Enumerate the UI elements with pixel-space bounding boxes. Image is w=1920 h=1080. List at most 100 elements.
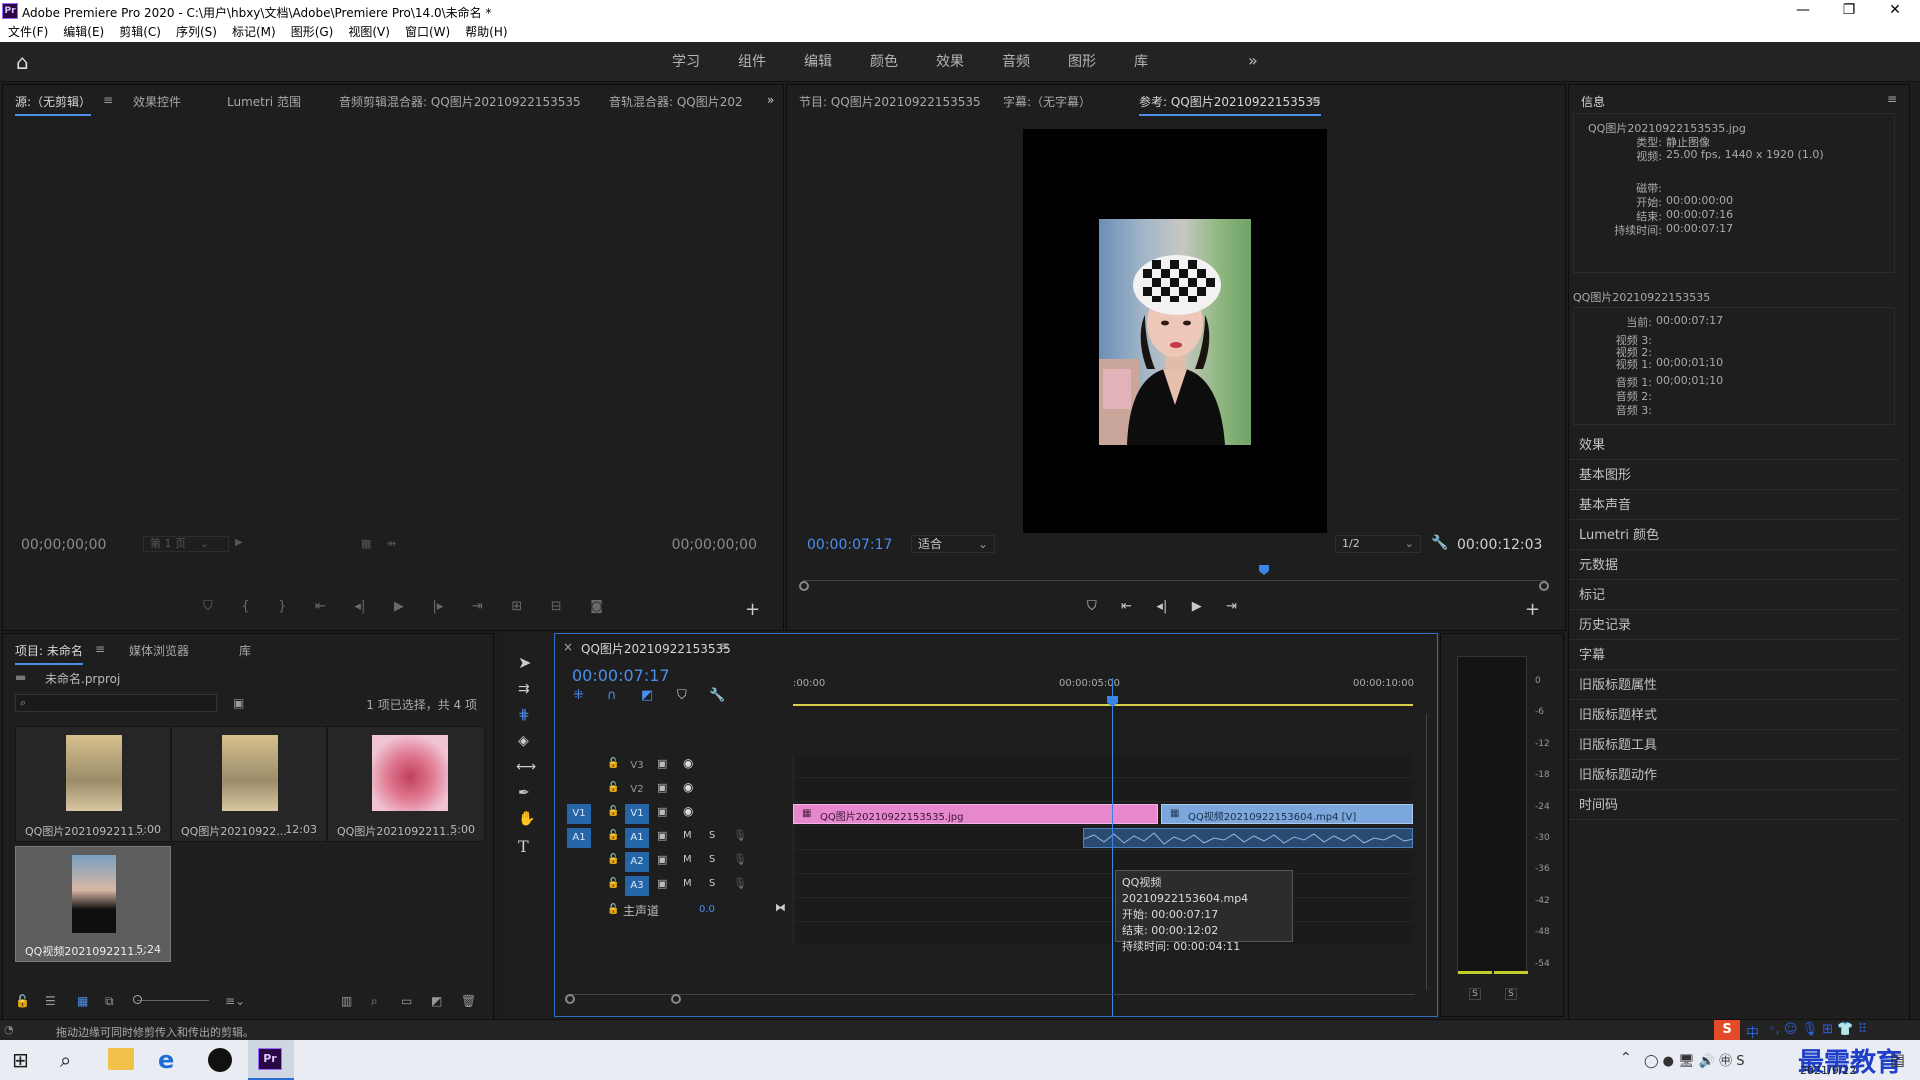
project-item-selected[interactable]: QQ视频2021092211... 5;24: [15, 846, 171, 962]
system-tray-chevron-icon[interactable]: ⌃: [1620, 1050, 1632, 1066]
tab-project-menu-icon[interactable]: ≡: [95, 642, 105, 656]
go-to-out-icon[interactable]: ⇥: [472, 599, 483, 619]
tray-icons[interactable]: ◯ ● 🖥 🔊 ㊥ S: [1644, 1050, 1745, 1069]
premiere-taskbar-button[interactable]: Pr: [248, 1040, 294, 1080]
razor-tool-icon[interactable]: ◈: [518, 733, 529, 749]
solo-button[interactable]: S: [709, 878, 715, 889]
solo-button[interactable]: S: [709, 854, 715, 865]
add-marker-icon[interactable]: ⛉: [677, 688, 687, 703]
source-settings-icon[interactable]: ▦: [361, 537, 371, 550]
sync-lock-icon[interactable]: ▣: [657, 877, 667, 890]
new-bin-from-search-icon[interactable]: ▣: [233, 696, 244, 710]
tab-source-menu-icon[interactable]: ≡: [103, 93, 113, 107]
wrench-icon[interactable]: 🔧: [1431, 535, 1448, 551]
timeline-timecode[interactable]: 00:00:07:17: [572, 666, 670, 685]
zoom-slider[interactable]: [137, 1000, 209, 1001]
panel-timecode[interactable]: 时间码: [1569, 791, 1899, 820]
go-to-in-icon[interactable]: ⇤: [1121, 599, 1132, 619]
lock-icon[interactable]: 🔓: [607, 806, 619, 817]
sync-lock-icon[interactable]: ▣: [657, 805, 667, 818]
workspace-assembly[interactable]: 组件: [738, 42, 766, 82]
sync-lock-icon[interactable]: ▣: [657, 781, 667, 794]
clip-image-v1[interactable]: ▦ QQ图片20210922153535.jpg: [793, 804, 1158, 824]
workspace-effects[interactable]: 效果: [936, 42, 964, 82]
menu-sequence[interactable]: 序列(S): [176, 22, 217, 42]
workspace-color[interactable]: 颜色: [870, 42, 898, 82]
menu-edit[interactable]: 编辑(E): [63, 22, 104, 42]
home-icon[interactable]: ⌂: [16, 52, 38, 72]
eye-icon[interactable]: ◉: [683, 756, 693, 770]
step-back-icon[interactable]: ◂|: [354, 599, 365, 619]
ime-toolbar-icons[interactable]: ◦, ☺ 🎙 ⊞ 👕 ⠿: [1768, 1022, 1867, 1037]
track-label-a1[interactable]: A1: [625, 828, 649, 848]
track-label-v2[interactable]: V2: [625, 780, 649, 800]
snap-icon[interactable]: ∩: [607, 688, 617, 703]
track-select-tool-icon[interactable]: ⇉: [518, 681, 530, 697]
panel-captions[interactable]: 字幕: [1569, 641, 1899, 670]
program-time-ruler[interactable]: [803, 573, 1547, 581]
sequence-menu-icon[interactable]: ≡: [719, 639, 729, 653]
info-menu-icon[interactable]: ≡: [1887, 92, 1897, 106]
master-volume-value[interactable]: 0.0: [699, 904, 715, 915]
sort-icon[interactable]: ≡⌄: [225, 994, 245, 1008]
track-label-v1[interactable]: V1: [625, 804, 649, 824]
zoom-handle-left[interactable]: [799, 581, 809, 591]
lock-icon[interactable]: 🔓: [607, 758, 619, 769]
panel-metadata[interactable]: 元数据: [1569, 551, 1899, 580]
menu-file[interactable]: 文件(F): [8, 22, 48, 42]
file-explorer-icon[interactable]: [108, 1048, 134, 1070]
project-search-input[interactable]: ⌕: [15, 694, 217, 712]
slip-tool-icon[interactable]: ⟷: [516, 759, 536, 775]
panel-markers[interactable]: 标记: [1569, 581, 1899, 610]
menu-clip[interactable]: 剪辑(C): [119, 22, 161, 42]
mark-out-icon[interactable]: }: [278, 599, 286, 619]
track-label-v3[interactable]: V3: [625, 756, 649, 776]
solo-left-button[interactable]: S: [1469, 988, 1481, 1000]
panel-essential-sound[interactable]: 基本声音: [1569, 491, 1899, 520]
add-marker-icon[interactable]: ⛉: [203, 599, 213, 619]
more-panels-icon[interactable]: »: [767, 93, 774, 107]
sync-lock-icon[interactable]: ▣: [657, 829, 667, 842]
source-page-dropdown[interactable]: 第 1 页 ⌄: [143, 536, 229, 552]
scroll-handle-left[interactable]: [565, 994, 575, 1004]
insert-icon[interactable]: ⊞: [511, 599, 522, 619]
panel-legacy-title-styles[interactable]: 旧版标题样式: [1569, 701, 1899, 730]
clip-audio-a1[interactable]: [1083, 828, 1413, 848]
eye-icon[interactable]: ◉: [683, 780, 693, 794]
lock-icon[interactable]: 🔓: [15, 994, 30, 1008]
automate-to-sequence-icon[interactable]: ▥: [341, 994, 352, 1008]
tab-project[interactable]: 项目: 未命名: [15, 642, 83, 665]
linked-selection-icon[interactable]: ◩: [641, 688, 653, 703]
step-back-icon[interactable]: ◂|: [1156, 599, 1167, 619]
zoom-handle-right[interactable]: [1539, 581, 1549, 591]
panel-legacy-title-properties[interactable]: 旧版标题属性: [1569, 671, 1899, 700]
trash-icon[interactable]: 🗑: [461, 994, 476, 1008]
tab-captions[interactable]: 字幕:（无字幕）: [1003, 93, 1091, 110]
type-tool-icon[interactable]: T: [518, 837, 529, 856]
project-item[interactable]: QQ图片2021092211... 5:00: [327, 726, 485, 842]
workspace-libraries[interactable]: 库: [1134, 42, 1148, 82]
close-sequence-icon[interactable]: ×: [563, 640, 573, 654]
microphone-icon[interactable]: 🎙: [733, 853, 747, 866]
tab-audio-clip-mixer[interactable]: 音频剪辑混合器: QQ图片20210922153535: [339, 93, 581, 110]
play-icon[interactable]: ▶: [1192, 599, 1202, 619]
panel-legacy-title-tools[interactable]: 旧版标题工具: [1569, 731, 1899, 760]
panel-history[interactable]: 历史记录: [1569, 611, 1899, 640]
lock-icon[interactable]: 🔓: [607, 854, 619, 865]
timeline-settings-icon[interactable]: 🔧: [709, 688, 725, 703]
tab-reference-menu-icon[interactable]: ≡: [1311, 93, 1321, 107]
play-icon[interactable]: ▶: [394, 599, 404, 619]
solo-button[interactable]: S: [709, 830, 715, 841]
menu-graphics[interactable]: 图形(G): [291, 22, 334, 42]
find-icon[interactable]: ⌕: [371, 994, 378, 1009]
sequence-tab[interactable]: QQ图片20210922153535: [581, 640, 731, 657]
tab-program[interactable]: 节目: QQ图片20210922153535: [799, 93, 981, 110]
sync-lock-icon[interactable]: ▣: [657, 853, 667, 866]
horizontal-scrollbar[interactable]: [569, 994, 1415, 1004]
scroll-handle-right[interactable]: [671, 994, 681, 1004]
panel-essential-graphics[interactable]: 基本图形: [1569, 461, 1899, 490]
source-patch-v1[interactable]: V1: [567, 804, 591, 824]
ime-language-indicator[interactable]: 中: [1746, 1022, 1759, 1041]
mute-button[interactable]: M: [683, 878, 692, 889]
track-label-a2[interactable]: A2: [625, 852, 649, 872]
